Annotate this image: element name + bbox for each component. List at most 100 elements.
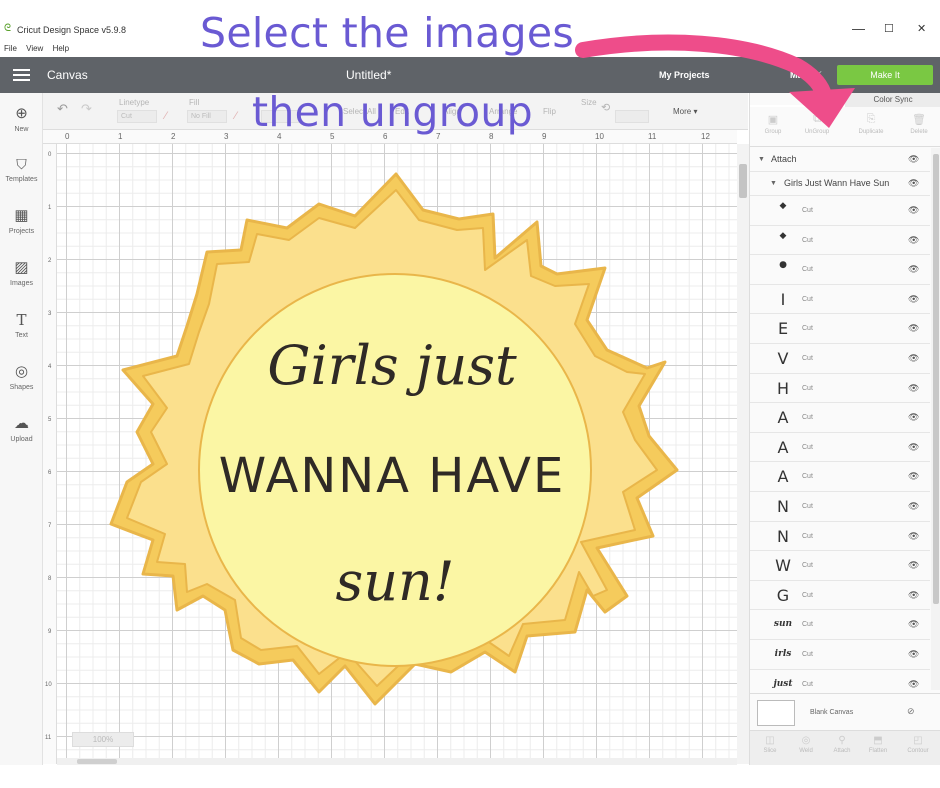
eye-icon[interactable]: 👁 xyxy=(908,679,920,690)
contour-button[interactable]: ◰ Contour xyxy=(900,735,936,754)
design-text-line2[interactable]: WANNA HAVE xyxy=(210,448,574,504)
ruler-tick: 8 xyxy=(48,576,52,582)
layer-thumbnail: N xyxy=(777,526,789,546)
eye-icon[interactable]: 👁 xyxy=(908,471,920,482)
sidebar-item-label: Shapes xyxy=(9,384,34,391)
eye-icon[interactable]: 👁 xyxy=(908,531,920,542)
eye-icon[interactable]: 👁 xyxy=(908,442,920,453)
layer-row[interactable]: A Cut 👁 xyxy=(750,403,930,433)
attach-button[interactable]: ⚲ Attach xyxy=(824,735,860,754)
eye-icon[interactable]: 👁 xyxy=(908,294,920,305)
flatten-button[interactable]: ⬒ Flatten xyxy=(860,735,896,754)
eye-icon[interactable]: 👁 xyxy=(908,501,920,512)
flip-button[interactable]: Flip xyxy=(543,107,556,116)
maximize-button[interactable]: ☐ xyxy=(884,22,894,36)
layer-row[interactable]: G Cut 👁 xyxy=(750,581,930,611)
ruler-tick: 11 xyxy=(648,132,657,141)
menu-view[interactable]: View xyxy=(26,44,43,53)
eye-icon[interactable]: 👁 xyxy=(908,353,920,364)
delete-button[interactable]: 🗑 Delete xyxy=(900,113,938,135)
action-label: Attach xyxy=(833,748,851,754)
sidebar-item-upload[interactable]: ☁ Upload xyxy=(0,415,43,443)
ruler-tick: 7 xyxy=(48,523,52,529)
menu-help[interactable]: Help xyxy=(53,44,69,53)
design-text-line1[interactable]: Girls just xyxy=(240,334,544,397)
layer-thumbnail: sun xyxy=(773,619,793,630)
canvas-horizontal-scrollbar[interactable] xyxy=(57,758,737,765)
slice-button[interactable]: ◫ Slice xyxy=(752,735,788,754)
layer-row[interactable]: sun Cut 👁 xyxy=(750,610,930,640)
sidebar-item-projects[interactable]: ▦ Projects xyxy=(0,207,43,235)
sidebar-item-label: New xyxy=(14,126,29,133)
blank-canvas-label: Blank Canvas xyxy=(810,709,854,716)
undo-icon[interactable]: ↶ xyxy=(57,101,68,117)
eye-icon[interactable]: 👁 xyxy=(908,412,920,423)
eye-off-icon[interactable]: ⊘ xyxy=(907,706,915,717)
hamburger-menu-icon[interactable] xyxy=(13,69,30,81)
linetype-select[interactable]: Cut xyxy=(117,110,157,123)
canvas-vertical-scrollbar[interactable] xyxy=(737,144,749,764)
layer-row[interactable]: ● Cut 👁 xyxy=(750,255,930,285)
scroll-thumb[interactable] xyxy=(933,154,939,604)
layer-thumbnail: E xyxy=(777,319,789,339)
menu-bar: File View Help xyxy=(4,44,76,53)
sidebar-item-label: Images xyxy=(10,280,33,287)
linetype-label: Linetype xyxy=(119,98,150,107)
layer-thumbnail: A xyxy=(777,408,789,428)
sidebar-item-templates[interactable]: ⛉ Templates xyxy=(0,155,43,183)
scroll-thumb[interactable] xyxy=(739,164,747,198)
layer-row[interactable]: E Cut 👁 xyxy=(750,314,930,344)
design-text-line3[interactable]: sun! xyxy=(290,550,500,613)
layer-row[interactable]: N Cut 👁 xyxy=(750,492,930,522)
sidebar-item-text[interactable]: T Text xyxy=(0,311,43,339)
eye-icon[interactable]: 👁 xyxy=(908,323,920,334)
redo-icon[interactable]: ↷ xyxy=(81,101,92,117)
eye-icon[interactable]: 👁 xyxy=(908,590,920,601)
trash-icon: 🗑 xyxy=(912,114,926,126)
eye-icon[interactable]: 👁 xyxy=(908,649,920,660)
linetype-color-icon[interactable]: ⁄ xyxy=(165,110,167,122)
eye-icon[interactable]: 👁 xyxy=(908,560,920,571)
layer-operation-label: Cut xyxy=(802,443,813,451)
layer-row[interactable]: H Cut 👁 xyxy=(750,374,930,404)
group-row[interactable]: ▼ Girls Just Wann Have Sun 👁 xyxy=(750,172,930,196)
layer-row[interactable]: A Cut 👁 xyxy=(750,462,930,492)
eye-icon[interactable]: 👁 xyxy=(908,154,920,165)
layer-row[interactable]: N Cut 👁 xyxy=(750,522,930,552)
fill-select[interactable]: No Fill xyxy=(187,110,227,123)
menu-file[interactable]: File xyxy=(4,44,17,53)
eye-icon[interactable]: 👁 xyxy=(908,235,920,246)
eye-icon[interactable]: 👁 xyxy=(908,264,920,275)
caret-down-icon[interactable]: ▼ xyxy=(770,180,777,187)
sidebar-item-images[interactable]: ▨ Images xyxy=(0,259,43,287)
weld-button[interactable]: ◎ Weld xyxy=(788,735,824,754)
layers-scrollbar[interactable] xyxy=(931,148,940,690)
sidebar-item-shapes[interactable]: ◎ Shapes xyxy=(0,363,43,391)
layer-thumbnail: N xyxy=(777,497,789,516)
layer-row[interactable]: just Cut 👁 xyxy=(750,670,930,690)
caret-down-icon[interactable]: ▼ xyxy=(758,156,765,163)
layer-row[interactable]: irls Cut 👁 xyxy=(750,640,930,670)
layer-row[interactable]: A Cut 👁 xyxy=(750,433,930,463)
eye-icon[interactable]: 👁 xyxy=(908,383,920,394)
close-button[interactable]: ✕ xyxy=(917,22,926,36)
blank-canvas-row[interactable]: Blank Canvas ⊘ xyxy=(750,693,940,730)
cricut-logo-icon: ᘓ xyxy=(4,23,12,34)
sidebar-item-new[interactable]: ⊕ New xyxy=(0,105,43,133)
layer-row[interactable]: ◆ Cut 👁 xyxy=(750,196,930,226)
ruler-tick: 9 xyxy=(542,132,547,141)
layer-row[interactable]: I Cut 👁 xyxy=(750,285,930,315)
eye-icon[interactable]: 👁 xyxy=(908,178,920,189)
layers-list: ▼ Attach 👁 ▼ Girls Just Wann Have Sun 👁 … xyxy=(750,148,930,690)
scroll-thumb[interactable] xyxy=(77,759,117,764)
fill-color-icon[interactable]: ⁄ xyxy=(235,110,237,122)
text-icon: T xyxy=(16,311,27,329)
layer-row[interactable]: ◆ Cut 👁 xyxy=(750,226,930,256)
eye-icon[interactable]: 👁 xyxy=(908,619,920,630)
canvas-color-swatch[interactable] xyxy=(757,700,795,726)
zoom-control[interactable]: 100% xyxy=(72,732,134,747)
layer-row[interactable]: W Cut 👁 xyxy=(750,551,930,581)
eye-icon[interactable]: 👁 xyxy=(908,205,920,216)
layer-row[interactable]: V Cut 👁 xyxy=(750,344,930,374)
attach-group-row[interactable]: ▼ Attach 👁 xyxy=(750,148,930,172)
